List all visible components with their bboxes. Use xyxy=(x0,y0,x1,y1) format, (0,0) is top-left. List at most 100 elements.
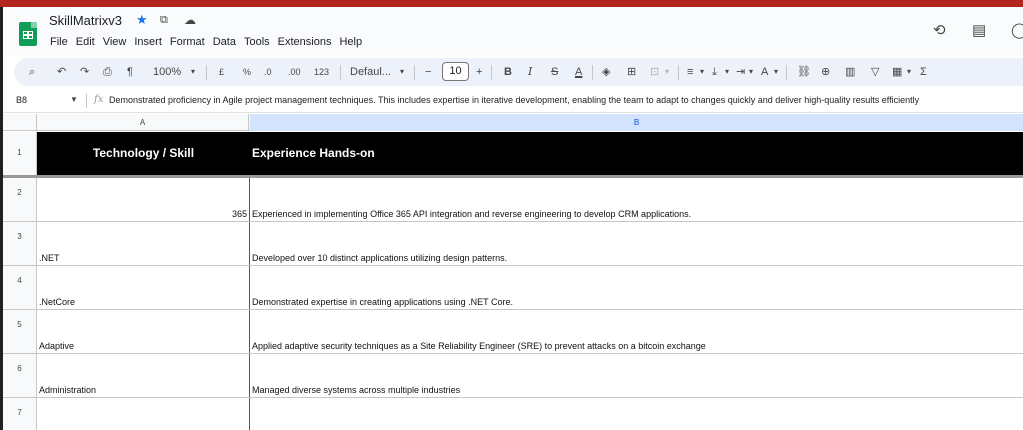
comments-icon[interactable]: ▤ xyxy=(972,21,986,39)
increase-decimal-button[interactable]: .00 xyxy=(288,65,301,79)
decrease-decimal-button[interactable]: .0 xyxy=(264,65,272,79)
row-number[interactable]: 3 xyxy=(3,222,37,265)
column-header-b[interactable]: B xyxy=(250,114,1023,131)
bold-button[interactable]: B xyxy=(504,65,512,79)
menu-view[interactable]: View xyxy=(99,36,131,48)
font-size-input[interactable]: 10 xyxy=(442,62,469,81)
borders-icon[interactable]: ⊞ xyxy=(627,65,636,79)
row-number[interactable]: 7 xyxy=(3,398,37,430)
row-number[interactable]: 1 xyxy=(3,132,37,175)
experience-value: Experienced in implementing Office 365 A… xyxy=(252,209,692,219)
skill-cell[interactable] xyxy=(37,398,250,430)
header-skill-label: Technology / Skill xyxy=(92,146,195,160)
row-number[interactable]: 4 xyxy=(3,266,37,309)
window-top-bar xyxy=(0,0,1023,7)
experience-cell[interactable]: Applied adaptive security techniques as … xyxy=(250,310,1023,353)
print-icon[interactable]: ⎙ xyxy=(103,65,112,79)
italic-button[interactable]: I xyxy=(528,65,532,79)
percent-format-button[interactable]: % xyxy=(243,65,251,79)
currency-format-button[interactable]: £ xyxy=(219,65,224,79)
decrease-font-size-button[interactable]: − xyxy=(425,65,431,79)
formula-input[interactable]: Demonstrated proficiency in Agile projec… xyxy=(109,95,919,105)
search-menus-icon[interactable]: ⌕ xyxy=(29,65,35,79)
column-header-a[interactable]: A xyxy=(37,114,249,131)
menu-insert[interactable]: Insert xyxy=(130,36,166,48)
menu-data[interactable]: Data xyxy=(209,36,240,48)
halign-chevron-down-icon[interactable]: ▾ xyxy=(700,65,704,79)
skill-cell[interactable]: 365 xyxy=(37,178,250,221)
header-experience-label: Experience Hands-on xyxy=(252,146,375,160)
skill-cell[interactable]: .NET xyxy=(37,222,250,265)
skill-cell[interactable]: .NetCore xyxy=(37,266,250,309)
text-wrapping-icon[interactable]: ⇥ xyxy=(736,65,745,79)
valign-chevron-down-icon[interactable]: ▾ xyxy=(725,65,729,79)
menu-extensions[interactable]: Extensions xyxy=(274,36,336,48)
meet-icon[interactable]: ◯ xyxy=(1011,21,1023,39)
toolbar: ⌕ ↶ ↷ ⎙ ¶ 100% ▾ £ % .0 .00 123 Defaul..… xyxy=(14,58,1023,86)
filter-icon[interactable]: ▽ xyxy=(871,65,879,79)
functions-button[interactable]: Σ xyxy=(920,65,927,79)
header-cell-experience[interactable]: Experience Hands-on xyxy=(250,132,1023,175)
text-color-button[interactable]: A xyxy=(575,65,582,79)
redo-icon[interactable]: ↷ xyxy=(80,65,89,79)
move-to-folder-icon[interactable]: ⧉ xyxy=(160,12,168,28)
column-headers: A B xyxy=(3,114,1023,131)
sheets-logo-icon[interactable] xyxy=(19,22,37,46)
document-title[interactable]: SkillMatrixv3 xyxy=(49,13,122,28)
table-row: 5 Adaptive Applied adaptive security tec… xyxy=(3,310,1023,354)
skill-value: Adaptive xyxy=(39,341,75,351)
experience-value: Applied adaptive security techniques as … xyxy=(252,341,706,351)
table-row: 2 365 Experienced in implementing Office… xyxy=(3,178,1023,222)
zoom-chevron-down-icon[interactable]: ▾ xyxy=(191,65,195,79)
menu-bar: File Edit View Insert Format Data Tools … xyxy=(49,36,366,48)
font-chevron-down-icon[interactable]: ▾ xyxy=(400,65,404,79)
row-number[interactable]: 2 xyxy=(3,178,37,221)
insert-link-icon[interactable]: ⛓ xyxy=(797,65,811,79)
merge-chevron-down-icon[interactable]: ▾ xyxy=(665,65,669,79)
experience-cell[interactable]: Managed diverse systems across multiple … xyxy=(250,354,1023,397)
font-family-select[interactable]: Defaul... xyxy=(350,65,391,79)
skill-value: Administration xyxy=(39,385,97,395)
menu-help[interactable]: Help xyxy=(335,36,366,48)
text-rotation-icon[interactable]: A xyxy=(761,65,768,79)
wrap-chevron-down-icon[interactable]: ▾ xyxy=(749,65,753,79)
experience-value: Demonstrated expertise in creating appli… xyxy=(252,297,513,307)
experience-cell[interactable] xyxy=(250,398,1023,430)
menu-file[interactable]: File xyxy=(49,36,72,48)
strikethrough-button[interactable]: S xyxy=(551,65,558,79)
select-all-corner[interactable] xyxy=(3,114,37,131)
menu-tools[interactable]: Tools xyxy=(240,36,274,48)
insert-chart-icon[interactable]: ▥ xyxy=(845,65,855,79)
vertical-align-icon[interactable]: ⤓ xyxy=(712,65,717,79)
experience-cell[interactable]: Developed over 10 distinct applications … xyxy=(250,222,1023,265)
skill-cell[interactable]: Adaptive xyxy=(37,310,250,353)
name-box-chevron-down-icon[interactable]: ▼ xyxy=(70,95,78,104)
merge-cells-icon[interactable]: ⊡ xyxy=(650,65,659,79)
row-number[interactable]: 6 xyxy=(3,354,37,397)
insert-comment-icon[interactable]: ⊕ xyxy=(821,65,830,79)
sheet-grid: 1 Technology / Skill Experience Hands-on… xyxy=(3,132,1023,430)
zoom-select[interactable]: 100% xyxy=(153,65,181,79)
cloud-saved-icon[interactable]: ☁ xyxy=(184,12,196,28)
paint-format-icon[interactable]: ¶ xyxy=(127,65,133,79)
experience-cell[interactable]: Demonstrated expertise in creating appli… xyxy=(250,266,1023,309)
undo-icon[interactable]: ↶ xyxy=(57,65,66,79)
rotation-chevron-down-icon[interactable]: ▾ xyxy=(774,65,778,79)
skill-cell[interactable]: Administration xyxy=(37,354,250,397)
menu-format[interactable]: Format xyxy=(166,36,209,48)
table-row: 3 .NET Developed over 10 distinct applic… xyxy=(3,222,1023,266)
star-icon[interactable]: ★ xyxy=(136,12,148,28)
horizontal-align-icon[interactable]: ≡ xyxy=(687,65,693,79)
name-box[interactable]: B8 xyxy=(16,95,27,105)
number-format-button[interactable]: 123 xyxy=(314,65,329,79)
filter-views-chevron-down-icon[interactable]: ▾ xyxy=(907,65,911,79)
formula-divider xyxy=(86,94,87,108)
filter-views-icon[interactable]: ▦ xyxy=(892,65,902,79)
experience-cell[interactable]: Experienced in implementing Office 365 A… xyxy=(250,178,1023,221)
fill-color-icon[interactable]: ◈ xyxy=(602,65,610,79)
row-number[interactable]: 5 xyxy=(3,310,37,353)
history-icon[interactable]: ⟲ xyxy=(933,21,946,39)
header-cell-skill[interactable]: Technology / Skill xyxy=(37,132,250,175)
menu-edit[interactable]: Edit xyxy=(72,36,99,48)
increase-font-size-button[interactable]: + xyxy=(476,65,482,79)
